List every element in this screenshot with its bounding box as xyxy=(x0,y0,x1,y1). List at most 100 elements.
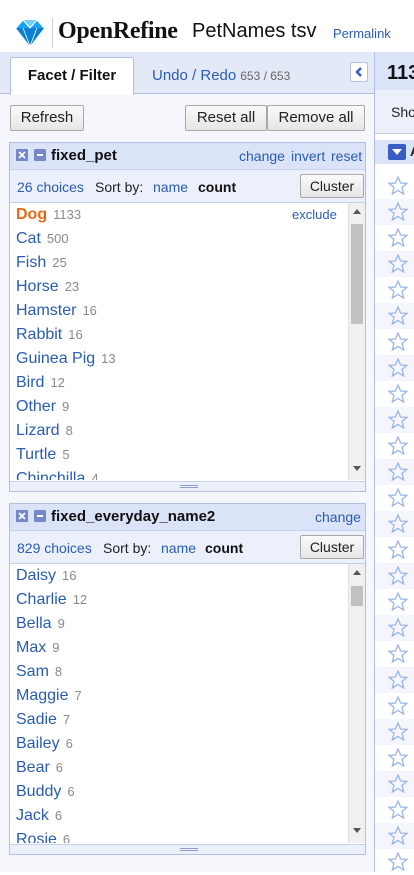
scroll-thumb[interactable] xyxy=(351,224,363,324)
minimize-facet-button[interactable] xyxy=(34,149,46,161)
list-item[interactable]: Bird 12 xyxy=(16,374,65,398)
list-item[interactable]: Max 9 xyxy=(16,639,59,663)
star-icon[interactable] xyxy=(388,176,408,195)
project-name[interactable]: PetNames tsv xyxy=(192,20,316,43)
star-icon[interactable] xyxy=(388,436,408,455)
star-icon[interactable] xyxy=(388,358,408,377)
star-icon[interactable] xyxy=(388,826,408,845)
list-item[interactable]: Bailey 6 xyxy=(16,735,73,759)
list-item[interactable]: Cat 500 xyxy=(16,230,69,254)
tab-undo-redo[interactable]: Undo / Redo 653 / 653 xyxy=(152,67,290,84)
star-icon[interactable] xyxy=(388,332,408,351)
star-icon[interactable] xyxy=(388,800,408,819)
facet-invert-link[interactable]: invert xyxy=(291,148,325,164)
list-item[interactable]: Hamster 16 xyxy=(16,302,97,326)
star-icon[interactable] xyxy=(388,280,408,299)
star-icon[interactable] xyxy=(388,462,408,481)
star-icon[interactable] xyxy=(388,852,408,871)
table-row xyxy=(375,797,414,823)
list-item[interactable]: Turtle 5 xyxy=(16,446,70,470)
facet-scrollbar[interactable] xyxy=(348,203,365,480)
choice-count: 12 xyxy=(50,375,65,390)
list-item[interactable]: Horse 23 xyxy=(16,278,79,302)
facet-reset-link[interactable]: reset xyxy=(331,148,362,164)
remove-facet-button[interactable] xyxy=(16,149,28,161)
star-icon[interactable] xyxy=(388,228,408,247)
facet-change-link[interactable]: change xyxy=(239,148,285,164)
list-item[interactable]: Lizard 8 xyxy=(16,422,73,446)
table-row xyxy=(375,173,414,199)
choice-count: 6 xyxy=(55,760,64,775)
list-item[interactable]: Bear 6 xyxy=(16,759,63,783)
star-icon[interactable] xyxy=(388,566,408,585)
diamond-logo-icon[interactable] xyxy=(14,18,46,48)
star-icon[interactable] xyxy=(388,644,408,663)
choice-label: Charlie xyxy=(16,591,67,608)
sort-by-name-link[interactable]: name xyxy=(153,179,188,195)
list-item[interactable]: Sadie 7 xyxy=(16,711,70,735)
star-icon[interactable] xyxy=(388,514,408,533)
star-icon[interactable] xyxy=(388,618,408,637)
star-icon[interactable] xyxy=(388,540,408,559)
list-item[interactable]: Other 9 xyxy=(16,398,69,422)
cluster-button[interactable]: Cluster xyxy=(300,535,364,559)
choice-count: 6 xyxy=(62,832,71,843)
list-item[interactable]: Maggie 7 xyxy=(16,687,82,711)
column-menu-button[interactable] xyxy=(388,144,406,160)
reset-all-button[interactable]: Reset all xyxy=(185,105,267,131)
logo-divider xyxy=(52,18,53,48)
scroll-down-arrow[interactable] xyxy=(353,466,361,471)
choice-label: Maggie xyxy=(16,687,69,704)
choice-count: 16 xyxy=(82,303,97,318)
remove-facet-button[interactable] xyxy=(16,510,28,522)
choice-count: 6 xyxy=(67,784,75,799)
refresh-button[interactable]: Refresh xyxy=(10,105,84,131)
scroll-thumb[interactable] xyxy=(351,586,363,606)
facet-resize-handle[interactable] xyxy=(10,844,365,854)
star-icon[interactable] xyxy=(388,202,408,221)
scroll-up-arrow[interactable] xyxy=(353,209,361,214)
list-item[interactable]: Sam 8 xyxy=(16,663,62,687)
remove-all-button[interactable]: Remove all xyxy=(267,105,365,131)
star-icon[interactable] xyxy=(388,410,408,429)
app-brand[interactable]: OpenRefine xyxy=(58,18,178,45)
facet-resize-handle[interactable] xyxy=(10,481,365,491)
list-item[interactable]: Guinea Pig 13 xyxy=(16,350,116,374)
star-icon[interactable] xyxy=(388,774,408,793)
star-icon[interactable] xyxy=(388,254,408,273)
star-icon[interactable] xyxy=(388,748,408,767)
table-row xyxy=(375,589,414,615)
permalink-link[interactable]: Permalink xyxy=(333,26,391,41)
star-icon[interactable] xyxy=(388,696,408,715)
star-icon[interactable] xyxy=(388,306,408,325)
star-icon[interactable] xyxy=(388,488,408,507)
undo-redo-count: 653 / 653 xyxy=(240,69,291,83)
star-icon[interactable] xyxy=(388,384,408,403)
scroll-up-arrow[interactable] xyxy=(353,570,361,575)
exclude-link[interactable]: exclude xyxy=(292,207,337,222)
facet-scrollbar[interactable] xyxy=(348,564,365,843)
list-item[interactable]: Rabbit 16 xyxy=(16,326,83,350)
scroll-down-arrow[interactable] xyxy=(353,828,361,833)
list-item[interactable]: Buddy 6 xyxy=(16,783,75,807)
star-icon[interactable] xyxy=(388,722,408,741)
list-item[interactable]: Bella 9 xyxy=(16,615,65,639)
choice-label: Horse xyxy=(16,278,59,295)
star-icon[interactable] xyxy=(388,592,408,611)
list-item[interactable]: Charlie 12 xyxy=(16,591,87,615)
star-icon[interactable] xyxy=(388,670,408,689)
list-item[interactable]: Jack 6 xyxy=(16,807,62,831)
list-item[interactable]: Dog 1133 xyxy=(16,206,81,230)
minimize-facet-button[interactable] xyxy=(34,510,46,522)
cluster-button[interactable]: Cluster xyxy=(300,174,364,198)
choice-label: Turtle xyxy=(16,446,57,463)
list-item[interactable]: Rosie 6 xyxy=(16,831,70,843)
list-item[interactable]: Fish 25 xyxy=(16,254,67,278)
tab-facet-filter[interactable]: Facet / Filter xyxy=(10,57,134,95)
facet-change-link[interactable]: change xyxy=(315,509,361,525)
list-item[interactable]: Daisy 16 xyxy=(16,567,76,591)
list-item[interactable]: Chinchilla 4 xyxy=(16,470,99,480)
sort-by-name-link[interactable]: name xyxy=(161,540,196,556)
collapse-panel-button[interactable] xyxy=(350,62,368,82)
choice-label: Sam xyxy=(16,663,49,680)
